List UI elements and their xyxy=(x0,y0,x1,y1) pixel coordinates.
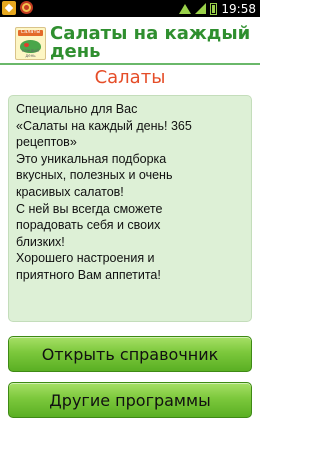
info-text: Специально для Вас «Салаты на каждый ден… xyxy=(16,101,244,284)
app-title: Салаты на каждый день xyxy=(50,23,251,62)
notification-icon xyxy=(2,1,16,15)
info-line: вкусных, полезных и очень xyxy=(16,168,173,183)
section-title: Салаты xyxy=(94,67,166,88)
info-card: Специально для Вас «Салаты на каждый ден… xyxy=(8,95,252,322)
header-divider xyxy=(0,63,260,65)
logo-text: Салаты xyxy=(20,29,41,35)
signal-icon xyxy=(195,3,207,14)
status-time: 19:58 xyxy=(221,1,256,16)
info-line: Это уникальная подборка xyxy=(16,151,167,166)
app-notification-icon xyxy=(20,1,33,14)
status-bar: 19:58 xyxy=(0,0,260,17)
info-line: красивых салатов! xyxy=(16,184,124,199)
status-bar-left xyxy=(2,1,33,15)
info-line: Хорошего настроения и xyxy=(16,251,155,266)
other-programs-button[interactable]: Другие программы xyxy=(8,382,252,418)
open-reference-button[interactable]: Открыть справочник xyxy=(8,336,252,372)
info-line: рецептов» xyxy=(16,135,77,150)
info-line: приятного Вам аппетита! xyxy=(16,267,161,282)
info-line: «Салаты на каждый день! 365 xyxy=(16,118,192,133)
info-line: Специально для Вас xyxy=(16,102,138,116)
info-line: близких! xyxy=(16,234,65,249)
app-logo: Салаты каждый день xyxy=(15,27,46,60)
status-bar-right: 19:58 xyxy=(179,0,256,17)
logo-band: Салаты xyxy=(18,29,43,36)
info-line: порадовать себя и своих xyxy=(16,218,161,233)
logo-subtext: каждый день xyxy=(22,48,39,58)
battery-icon xyxy=(210,2,218,15)
wifi-icon xyxy=(179,3,192,14)
info-line: С ней вы всегда сможете xyxy=(16,201,163,216)
app-header: Салаты каждый день Салаты на каждый день xyxy=(0,17,260,64)
